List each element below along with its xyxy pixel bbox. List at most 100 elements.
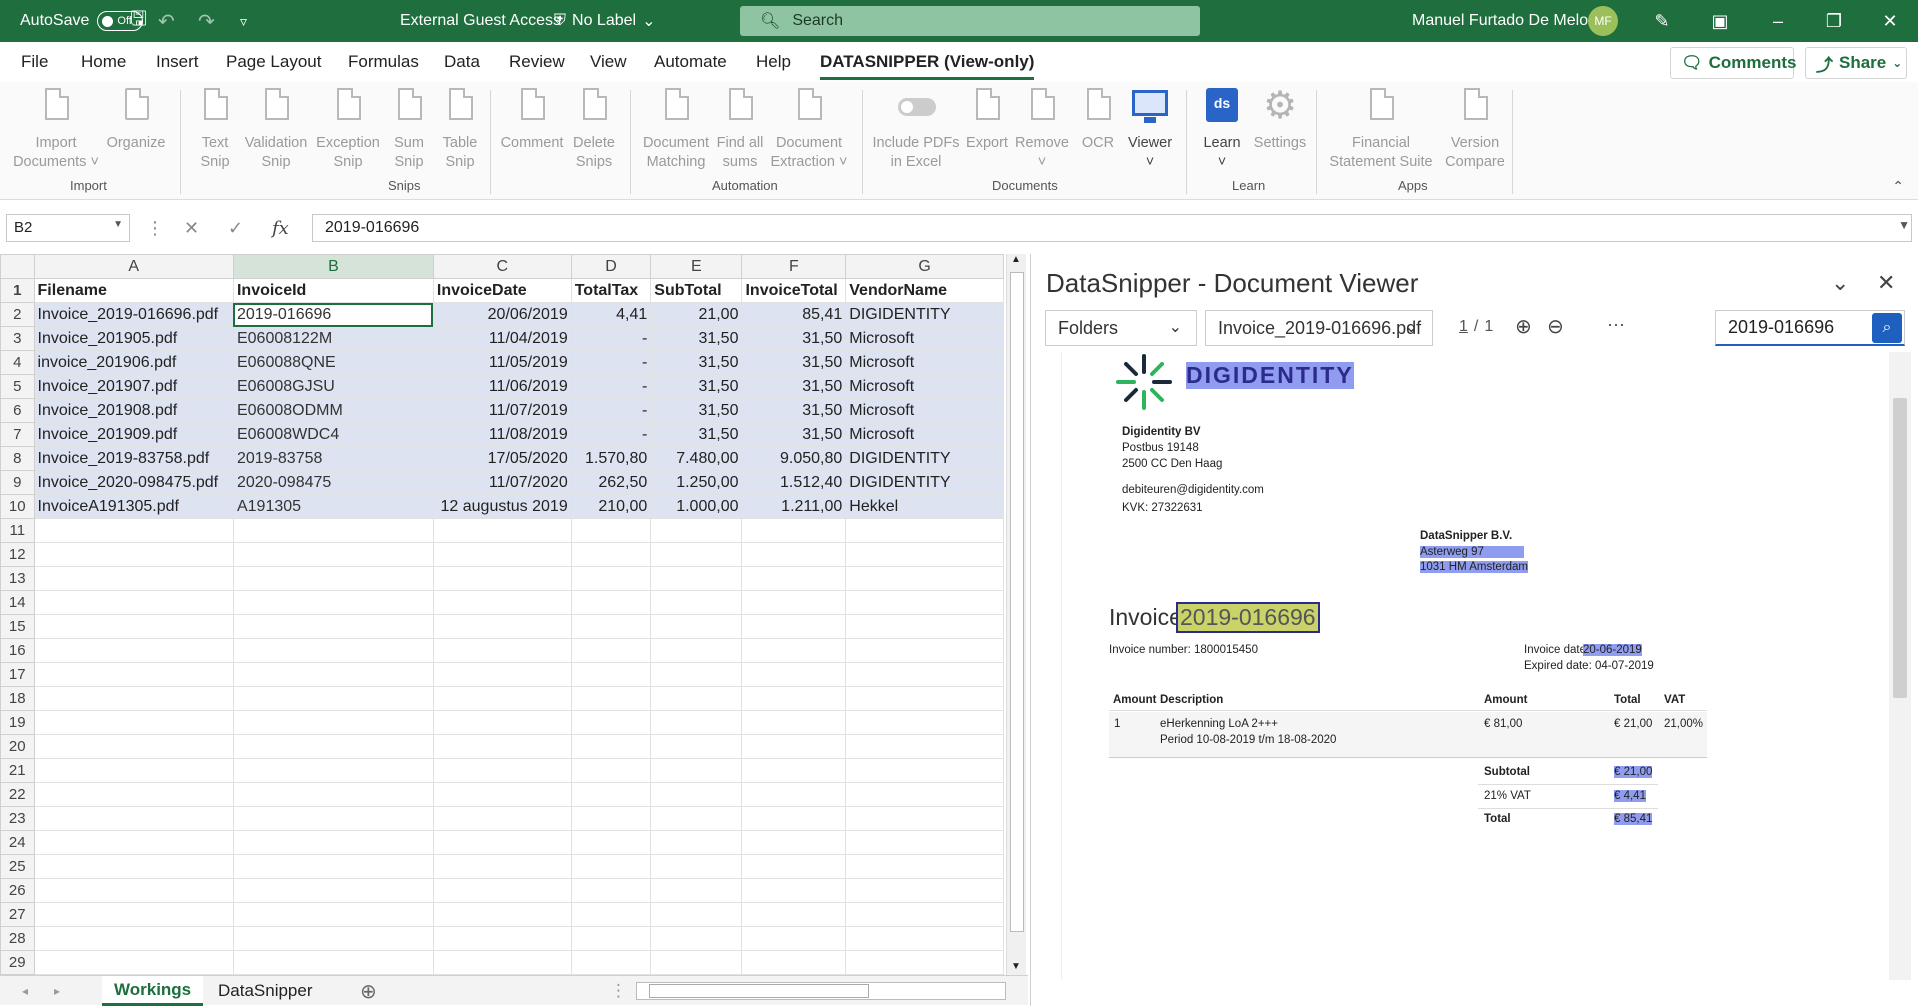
tab-file[interactable]: File	[21, 52, 48, 72]
document-extraction-button[interactable]: Document Extraction ˅	[766, 86, 852, 172]
table-cell[interactable]	[650, 566, 743, 591]
tab-view[interactable]: View	[590, 52, 627, 72]
table-cell[interactable]: 11/07/2020	[432, 470, 572, 495]
table-cell[interactable]: Invoice_2019-016696.pdf	[33, 302, 234, 327]
horizontal-scrollbar[interactable]	[636, 982, 1006, 1000]
table-cell[interactable]	[232, 686, 434, 711]
table-cell[interactable]	[650, 830, 743, 855]
row-header[interactable]: 12	[0, 542, 35, 567]
settings-button[interactable]: ⚙ Settings	[1250, 86, 1310, 153]
export-button[interactable]: Export	[962, 86, 1012, 153]
table-cell[interactable]: 1.211,00	[741, 494, 847, 519]
sheet-tab-workings[interactable]: Workings	[102, 976, 204, 1006]
table-cell[interactable]	[845, 878, 1004, 903]
table-cell[interactable]	[33, 638, 234, 663]
table-cell[interactable]	[650, 662, 743, 687]
table-cell[interactable]	[432, 710, 572, 735]
table-cell[interactable]	[232, 518, 434, 543]
table-cell[interactable]	[432, 518, 572, 543]
table-cell[interactable]: Hekkel	[845, 494, 1004, 519]
table-cell[interactable]: InvoiceId	[232, 278, 434, 303]
table-cell[interactable]	[650, 614, 743, 639]
table-cell[interactable]	[570, 830, 652, 855]
table-cell[interactable]	[432, 854, 572, 879]
expand-formula-icon[interactable]: ▼	[1898, 218, 1910, 232]
table-cell[interactable]	[741, 926, 847, 951]
table-cell[interactable]	[232, 758, 434, 783]
customize-toolbar-icon[interactable]: ▿	[240, 0, 247, 42]
row-header[interactable]: 1	[0, 278, 35, 303]
table-cell[interactable]	[650, 950, 743, 975]
financial-statement-suite-button[interactable]: Financial Statement Suite	[1318, 86, 1444, 172]
file-dropdown[interactable]: Invoice_2019-016696.pdf ⌄	[1205, 310, 1433, 346]
tab-automate[interactable]: Automate	[654, 52, 727, 72]
row-header[interactable]: 18	[0, 686, 35, 711]
chevron-down-icon[interactable]: ⌄	[1831, 270, 1849, 296]
table-cell[interactable]: 31,50	[741, 350, 847, 375]
table-cell[interactable]: 1.000,00	[650, 494, 743, 519]
table-cell[interactable]: Filename	[33, 278, 234, 303]
table-cell[interactable]	[232, 542, 434, 567]
document-matching-button[interactable]: Document Matching	[638, 86, 714, 172]
tab-help[interactable]: Help	[756, 52, 791, 72]
vertical-scrollbar[interactable]: ▲ ▼	[1006, 254, 1026, 976]
row-header[interactable]: 17	[0, 662, 35, 687]
table-cell[interactable]: 12 augustus 2019	[432, 494, 572, 519]
table-cell[interactable]: -	[570, 350, 652, 375]
table-cell[interactable]	[33, 830, 234, 855]
row-header[interactable]: 6	[0, 398, 35, 423]
text-snip-button[interactable]: Text Snip	[190, 86, 240, 172]
table-cell[interactable]	[33, 854, 234, 879]
table-cell[interactable]	[33, 614, 234, 639]
column-header[interactable]: A	[33, 254, 234, 279]
table-cell[interactable]	[570, 926, 652, 951]
table-cell[interactable]	[570, 782, 652, 807]
close-icon[interactable]: ✕	[1866, 0, 1914, 42]
ocr-button[interactable]: OCR	[1076, 86, 1120, 153]
table-cell[interactable]: 31,50	[650, 374, 743, 399]
table-cell[interactable]	[570, 686, 652, 711]
table-cell[interactable]	[432, 542, 572, 567]
table-cell[interactable]	[845, 686, 1004, 711]
table-cell[interactable]	[570, 902, 652, 927]
share-button[interactable]: ⤴ Share ⌄	[1805, 47, 1907, 79]
table-cell[interactable]	[741, 518, 847, 543]
tab-insert[interactable]: Insert	[156, 52, 199, 72]
table-cell[interactable]	[741, 758, 847, 783]
row-header[interactable]: 8	[0, 446, 35, 471]
table-cell[interactable]	[432, 830, 572, 855]
table-cell[interactable]	[650, 854, 743, 879]
enter-icon[interactable]: ✓	[228, 218, 243, 239]
row-header[interactable]: 26	[0, 878, 35, 903]
table-cell[interactable]: Invoice_201907.pdf	[33, 374, 234, 399]
table-cell[interactable]	[432, 734, 572, 759]
table-cell[interactable]	[232, 950, 434, 975]
table-cell[interactable]	[570, 854, 652, 879]
table-cell[interactable]: 1.512,40	[741, 470, 847, 495]
page-current[interactable]: 1	[1459, 318, 1468, 336]
table-cell[interactable]	[741, 806, 847, 831]
insert-function-icon[interactable]: fx	[272, 218, 289, 239]
table-cell[interactable]	[650, 902, 743, 927]
table-cell[interactable]	[432, 758, 572, 783]
table-cell[interactable]	[570, 710, 652, 735]
table-cell[interactable]	[741, 590, 847, 615]
folders-dropdown[interactable]: Folders ⌄	[1045, 310, 1197, 346]
redo-icon[interactable]: ↷	[198, 0, 215, 42]
minimize-icon[interactable]: –	[1754, 0, 1802, 42]
table-cell[interactable]	[33, 710, 234, 735]
cancel-icon[interactable]: ✕	[184, 218, 199, 239]
subtotal-value[interactable]: € 21,00	[1614, 766, 1653, 778]
table-cell[interactable]	[845, 614, 1004, 639]
table-cell[interactable]	[232, 806, 434, 831]
table-cell[interactable]: 7.480,00	[650, 446, 743, 471]
table-cell[interactable]	[845, 638, 1004, 663]
table-cell[interactable]	[33, 542, 234, 567]
restore-icon[interactable]: ❐	[1810, 0, 1858, 42]
row-header[interactable]: 11	[0, 518, 35, 543]
sum-snip-button[interactable]: Sum Snip	[384, 86, 434, 172]
table-cell[interactable]	[650, 806, 743, 831]
pen-icon[interactable]: ✎	[1638, 0, 1686, 42]
table-cell[interactable]	[232, 710, 434, 735]
table-cell[interactable]	[570, 734, 652, 759]
